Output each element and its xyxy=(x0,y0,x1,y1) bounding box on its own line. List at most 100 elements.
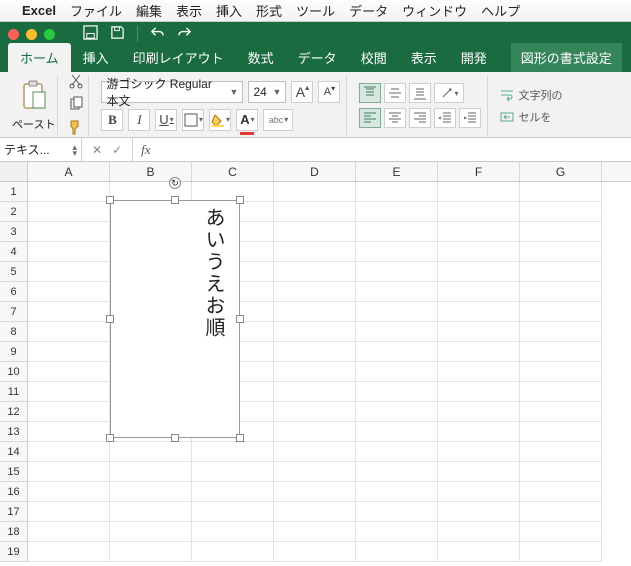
undo-icon[interactable] xyxy=(150,25,165,43)
resize-handle-b[interactable] xyxy=(171,434,179,442)
cell[interactable] xyxy=(438,322,520,342)
cell[interactable] xyxy=(110,542,192,562)
phonetic-button[interactable]: abc▾ xyxy=(263,109,293,131)
cell[interactable] xyxy=(28,542,110,562)
cell[interactable] xyxy=(274,542,356,562)
fx-label[interactable]: fx xyxy=(132,138,150,161)
cell[interactable] xyxy=(438,362,520,382)
align-top-button[interactable] xyxy=(359,83,381,103)
cell[interactable] xyxy=(356,182,438,202)
cell[interactable] xyxy=(520,282,602,302)
fill-color-button[interactable]: ▾ xyxy=(209,109,231,131)
tab-review[interactable]: 校閲 xyxy=(349,43,399,72)
cell[interactable] xyxy=(356,302,438,322)
col-header-E[interactable]: E xyxy=(356,162,438,181)
resize-handle-tr[interactable] xyxy=(236,196,244,204)
cell[interactable] xyxy=(28,482,110,502)
cell[interactable] xyxy=(520,362,602,382)
cell[interactable] xyxy=(356,222,438,242)
cell[interactable] xyxy=(520,262,602,282)
redo-icon[interactable] xyxy=(177,25,192,43)
cell[interactable] xyxy=(274,282,356,302)
cell[interactable] xyxy=(438,342,520,362)
cell[interactable] xyxy=(192,462,274,482)
menu-tools[interactable]: ツール xyxy=(296,1,335,20)
cell[interactable] xyxy=(356,362,438,382)
cell[interactable] xyxy=(520,442,602,462)
cell[interactable] xyxy=(28,322,110,342)
row-header[interactable]: 9 xyxy=(0,342,28,362)
cell[interactable] xyxy=(28,462,110,482)
align-center-button[interactable] xyxy=(384,108,406,128)
cell[interactable] xyxy=(520,542,602,562)
border-button[interactable]: ▾ xyxy=(182,109,204,131)
resize-handle-tl[interactable] xyxy=(106,196,114,204)
save-icon[interactable] xyxy=(110,25,125,43)
cell[interactable] xyxy=(274,182,356,202)
copy-icon[interactable] xyxy=(68,96,84,115)
merge-cells-button[interactable]: セルを xyxy=(500,109,562,125)
decrease-indent-button[interactable] xyxy=(434,108,456,128)
row-header[interactable]: 15 xyxy=(0,462,28,482)
cell[interactable] xyxy=(356,542,438,562)
cell[interactable] xyxy=(356,202,438,222)
cell[interactable] xyxy=(356,382,438,402)
font-size-combo[interactable]: 24▼ xyxy=(248,81,286,103)
worksheet-grid[interactable]: A B C D E F G 12345678910111213141516171… xyxy=(0,162,631,562)
row-header[interactable]: 18 xyxy=(0,522,28,542)
paste-button[interactable] xyxy=(20,80,48,115)
cell[interactable] xyxy=(520,462,602,482)
cell[interactable] xyxy=(274,402,356,422)
cell[interactable] xyxy=(28,262,110,282)
cell[interactable] xyxy=(356,402,438,422)
cell[interactable] xyxy=(274,222,356,242)
underline-button[interactable]: U▾ xyxy=(155,109,177,131)
enter-formula-icon[interactable]: ✓ xyxy=(112,143,122,157)
cell[interactable] xyxy=(438,442,520,462)
cell[interactable] xyxy=(356,442,438,462)
cell[interactable] xyxy=(110,482,192,502)
increase-indent-button[interactable] xyxy=(459,108,481,128)
cell[interactable] xyxy=(28,502,110,522)
cell[interactable] xyxy=(356,422,438,442)
cell[interactable] xyxy=(520,402,602,422)
cell[interactable] xyxy=(438,182,520,202)
font-color-button[interactable]: A▾ xyxy=(236,109,258,131)
cell[interactable] xyxy=(520,422,602,442)
cell[interactable] xyxy=(28,222,110,242)
resize-handle-l[interactable] xyxy=(106,315,114,323)
menu-edit[interactable]: 編集 xyxy=(136,1,162,20)
cell[interactable] xyxy=(274,422,356,442)
shape-text[interactable]: あいうえお順 xyxy=(199,207,228,339)
cell[interactable] xyxy=(192,442,274,462)
menu-help[interactable]: ヘルプ xyxy=(481,1,520,20)
minimize-window-button[interactable] xyxy=(26,29,37,40)
decrease-font-button[interactable]: A▾ xyxy=(318,81,340,103)
name-box-stepper[interactable]: ▴▾ xyxy=(72,144,77,156)
tab-shape-format[interactable]: 図形の書式設定 xyxy=(511,43,622,72)
format-painter-icon[interactable] xyxy=(68,119,84,138)
cut-icon[interactable] xyxy=(68,73,84,92)
cell[interactable] xyxy=(520,382,602,402)
resize-handle-bl[interactable] xyxy=(106,434,114,442)
cell[interactable] xyxy=(356,282,438,302)
cell[interactable] xyxy=(520,222,602,242)
col-header-A[interactable]: A xyxy=(28,162,110,181)
cell[interactable] xyxy=(438,462,520,482)
cell[interactable] xyxy=(28,522,110,542)
cell[interactable] xyxy=(192,502,274,522)
autosave-icon[interactable] xyxy=(83,25,98,43)
cell[interactable] xyxy=(192,482,274,502)
resize-handle-r[interactable] xyxy=(236,315,244,323)
cell[interactable] xyxy=(520,502,602,522)
cell[interactable] xyxy=(28,362,110,382)
cancel-formula-icon[interactable]: ✕ xyxy=(92,143,102,157)
cell[interactable] xyxy=(274,242,356,262)
row-header[interactable]: 2 xyxy=(0,202,28,222)
cell[interactable] xyxy=(28,382,110,402)
cell[interactable] xyxy=(356,322,438,342)
cell[interactable] xyxy=(28,442,110,462)
row-header[interactable]: 14 xyxy=(0,442,28,462)
cell[interactable] xyxy=(438,542,520,562)
col-header-D[interactable]: D xyxy=(274,162,356,181)
